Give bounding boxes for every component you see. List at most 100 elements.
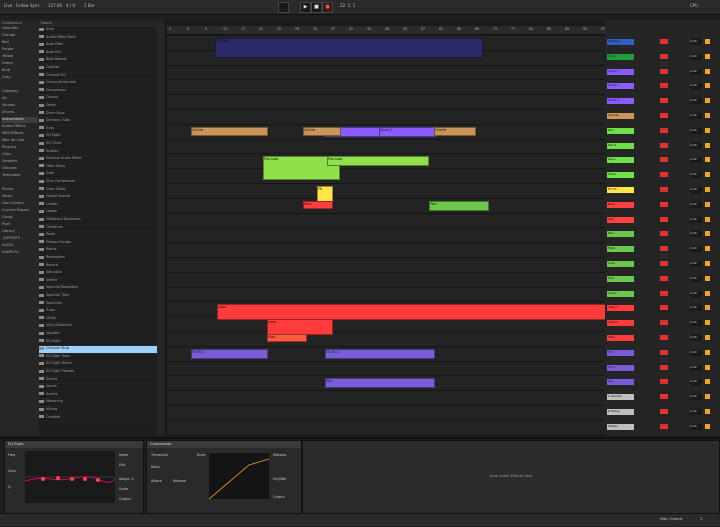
arrangement-clip[interactable]: Lead bbox=[267, 319, 333, 336]
menu-live[interactable]: Live bbox=[4, 3, 12, 8]
arm-button[interactable] bbox=[660, 83, 668, 89]
arm-button[interactable] bbox=[660, 409, 668, 414]
arrangement-clip[interactable]: Chords bbox=[434, 126, 476, 136]
track-name[interactable]: Snare bbox=[607, 290, 634, 297]
activator-button[interactable] bbox=[705, 39, 710, 44]
track-name[interactable]: FX 1 bbox=[607, 349, 634, 356]
arm-button[interactable] bbox=[660, 172, 668, 178]
stop-button[interactable]: ■ bbox=[311, 2, 322, 13]
tree-item[interactable]: Channel EQ bbox=[39, 73, 157, 81]
track-name[interactable]: Vocal 3 bbox=[607, 98, 634, 105]
arm-button[interactable] bbox=[660, 261, 668, 266]
tree-item[interactable]: Auto Filter bbox=[39, 42, 157, 50]
arm-button[interactable] bbox=[660, 201, 668, 207]
track-lane[interactable] bbox=[167, 258, 605, 273]
track-name[interactable]: Pluck bbox=[607, 172, 634, 179]
track-name[interactable]: Bass bbox=[607, 201, 634, 208]
place-item[interactable]: Red bbox=[2, 40, 38, 46]
tree-item[interactable]: Gate bbox=[39, 171, 157, 179]
volume-value[interactable]: 0.00 bbox=[690, 39, 702, 45]
place-item[interactable]: SAMPLES bbox=[2, 250, 38, 256]
tree-item[interactable]: Vinyl Distortion bbox=[39, 323, 157, 331]
eq-eight-device[interactable]: EQ Eight Freq Gain Q Mode Edit Adapt. Q … bbox=[4, 440, 144, 514]
arrangement-clip[interactable]: Stab bbox=[267, 334, 307, 342]
place-item[interactable] bbox=[2, 180, 38, 186]
volume-value[interactable]: 0.00 bbox=[690, 335, 702, 341]
place-item[interactable]: Category bbox=[2, 89, 38, 95]
place-item[interactable] bbox=[2, 82, 38, 88]
track-name[interactable]: Pad 2 bbox=[607, 142, 634, 149]
tree-item[interactable]: Chorus-Ensemble bbox=[39, 80, 157, 88]
activator-button[interactable] bbox=[705, 68, 710, 74]
arm-button[interactable] bbox=[660, 379, 668, 385]
track-lane[interactable] bbox=[167, 110, 605, 125]
quantize-menu[interactable]: 1 Bar bbox=[84, 3, 95, 8]
place-item[interactable]: Purple bbox=[2, 47, 38, 53]
place-item[interactable]: Grooves bbox=[2, 166, 38, 172]
track-lane[interactable] bbox=[167, 213, 605, 229]
activator-button[interactable] bbox=[705, 364, 710, 370]
volume-value[interactable]: 0.00 bbox=[690, 216, 702, 223]
track-lane[interactable] bbox=[167, 391, 605, 406]
volume-value[interactable]: 0.00 bbox=[690, 364, 702, 371]
place-item[interactable]: Orange bbox=[2, 33, 38, 39]
place-item[interactable]: Samples bbox=[2, 159, 38, 165]
tree-item[interactable]: EQ Eight Filters bbox=[39, 361, 157, 369]
arm-button[interactable] bbox=[660, 290, 668, 296]
tree-item[interactable]: Glue Compressor bbox=[39, 179, 157, 187]
place-item[interactable]: Gray bbox=[2, 75, 38, 81]
track-name[interactable]: Clap bbox=[607, 261, 634, 267]
tree-item[interactable]: Multiband Dynamics bbox=[39, 217, 157, 225]
activator-button[interactable] bbox=[705, 231, 710, 237]
tree-item[interactable]: Compressor bbox=[39, 88, 157, 96]
place-item[interactable]: User Library bbox=[2, 201, 38, 207]
activator-button[interactable] bbox=[705, 172, 710, 178]
volume-value[interactable]: 0.00 bbox=[690, 127, 702, 134]
activator-button[interactable] bbox=[705, 423, 710, 429]
arm-button[interactable] bbox=[660, 68, 668, 74]
arrangement-clip[interactable]: Fill bbox=[317, 186, 333, 202]
place-item[interactable]: Green bbox=[2, 61, 38, 67]
volume-value[interactable]: 0.00 bbox=[690, 349, 702, 356]
track-lane[interactable] bbox=[167, 65, 605, 81]
time-signature[interactable]: 4 / 4 bbox=[66, 3, 75, 8]
volume-value[interactable]: 0.00 bbox=[690, 246, 702, 253]
tree-item[interactable]: Drum Buss bbox=[39, 111, 157, 119]
activator-button[interactable] bbox=[705, 320, 710, 326]
tree-item[interactable]: Auto Pan bbox=[39, 50, 157, 58]
place-item[interactable]: MIDI Effects bbox=[2, 131, 38, 137]
activator-button[interactable] bbox=[705, 201, 710, 207]
volume-value[interactable]: 0.00 bbox=[690, 98, 702, 105]
tree-item[interactable]: Redux bbox=[39, 247, 157, 255]
track-name[interactable]: Fill FX bbox=[607, 187, 634, 193]
place-item[interactable]: Max for Live bbox=[2, 138, 38, 144]
volume-value[interactable]: 0.00 bbox=[690, 113, 702, 119]
arm-button[interactable] bbox=[660, 305, 668, 311]
arm-button[interactable] bbox=[660, 335, 668, 340]
track-name[interactable]: Kick bbox=[607, 275, 634, 282]
activator-button[interactable] bbox=[705, 113, 710, 118]
place-item[interactable]: Places bbox=[2, 187, 38, 193]
record-arm-button[interactable] bbox=[278, 2, 289, 13]
track-lane[interactable] bbox=[167, 184, 605, 199]
track-name[interactable]: Stab bbox=[607, 335, 634, 341]
place-item[interactable]: Templates bbox=[2, 173, 38, 179]
activator-button[interactable] bbox=[705, 275, 710, 281]
arm-button[interactable] bbox=[660, 187, 668, 192]
play-button[interactable]: ▶ bbox=[300, 2, 311, 13]
volume-value[interactable]: 0.00 bbox=[690, 261, 702, 267]
track-name[interactable]: B Delay bbox=[607, 409, 634, 415]
arrangement-clip[interactable]: FX Hit_2 bbox=[325, 348, 435, 359]
arrangement-clip[interactable]: Lead bbox=[217, 304, 639, 321]
arm-button[interactable] bbox=[660, 320, 668, 326]
tree-item[interactable]: Beat Repeat bbox=[39, 57, 157, 65]
volume-value[interactable]: 0.00 bbox=[690, 394, 702, 401]
activator-button[interactable] bbox=[705, 246, 710, 252]
tree-item[interactable]: EQ Eight bbox=[39, 339, 157, 347]
place-item[interactable]: AUDIO bbox=[2, 243, 38, 249]
activator-button[interactable] bbox=[705, 335, 710, 340]
activator-button[interactable] bbox=[705, 290, 710, 296]
menu-follow[interactable]: Follow bbox=[16, 3, 29, 8]
tree-item[interactable]: Resonators bbox=[39, 255, 157, 263]
activator-button[interactable] bbox=[705, 261, 710, 266]
